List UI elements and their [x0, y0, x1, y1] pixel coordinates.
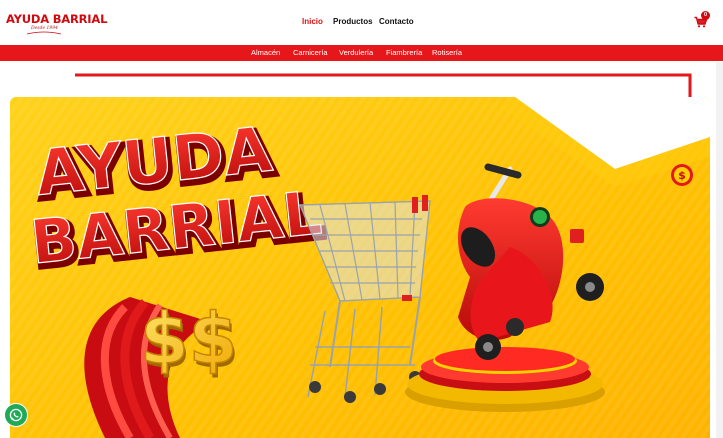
hero-banner[interactable]: AYUDA AYUDA BARRIAL BARRIAL $$ $$ $: [10, 97, 710, 438]
coin-icon: $: [671, 164, 693, 186]
nav-item-productos[interactable]: Productos: [333, 17, 373, 26]
main-nav: Inicio Productos Contacto: [0, 17, 723, 29]
page-scrollbar[interactable]: [716, 62, 723, 438]
nav-item-contacto[interactable]: Contacto: [379, 17, 414, 26]
logo-swoosh-icon: [26, 31, 62, 35]
nav-item-inicio[interactable]: Inicio: [302, 17, 323, 26]
site-header: AYUDA BARRIAL Desde 1994 Inicio Producto…: [0, 0, 723, 44]
money-symbol: $$: [140, 298, 237, 380]
category-bar: Almacén Carnicería Verdulería Fiambrería…: [0, 45, 723, 61]
category-rotiseria[interactable]: Rotisería: [432, 48, 462, 57]
whatsapp-icon[interactable]: [5, 404, 27, 426]
category-carniceria[interactable]: Carnicería: [293, 48, 328, 57]
category-verduleria[interactable]: Verdulería: [339, 48, 373, 57]
coin-symbol: $: [678, 169, 686, 182]
cart-count-badge: 0: [701, 11, 710, 20]
category-fiambreria[interactable]: Fiambrería: [386, 48, 422, 57]
category-almacen[interactable]: Almacén: [251, 48, 280, 57]
